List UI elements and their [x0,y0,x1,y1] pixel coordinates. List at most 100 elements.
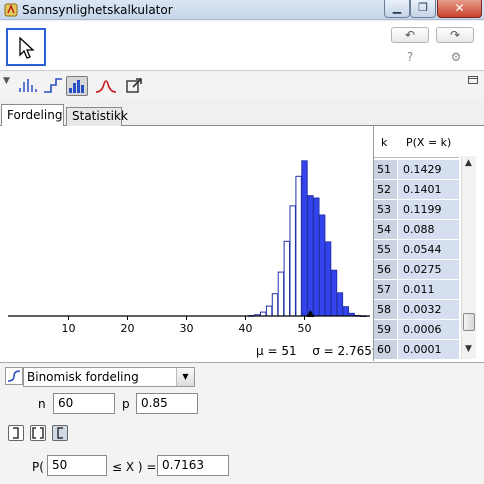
probability-function-icon [19,79,37,92]
x-tick-label: 40 [239,322,253,335]
title-bar: Sannsynlighetskalkulator ▁ ❐ ✕ [0,0,484,20]
chart-bar [289,205,296,317]
table-cell-probability: 0.0544 [398,240,459,259]
chart-bar [295,175,302,317]
column-header-probability: P(X = k) [406,136,452,149]
cumulative-icon [44,78,62,93]
table-row[interactable]: 53 0.1199 [374,200,459,220]
table-cell-k: 52 [374,180,398,199]
dock-icon[interactable] [468,76,478,86]
x-tick-label: 30 [180,322,194,335]
view-toolbar: ▼ [0,72,484,100]
right-sided-button[interactable] [52,425,68,441]
collapse-triangle-icon[interactable]: ▼ [3,76,10,86]
table-scrollbar[interactable]: ▲ ▼ [461,156,476,359]
lower-bound-input[interactable]: 50 [47,455,107,476]
table-row[interactable]: 56 0.0275 [374,260,459,280]
export-icon [126,78,142,93]
table-row[interactable]: 55 0.0544 [374,240,459,260]
table-cell-k: 54 [374,220,398,239]
scrollbar-thumb[interactable] [463,313,475,331]
table-row[interactable]: 60 0.0001 [374,340,459,360]
app-icon [4,3,18,17]
tab-fordeling[interactable]: Fordeling [1,104,64,127]
column-header-k: k [381,136,388,149]
table-cell-probability: 0.1429 [398,160,459,179]
table-cell-k: 57 [374,280,398,299]
distribution-select[interactable]: Binomisk fordeling ▼ [23,367,195,387]
export-button[interactable] [124,76,144,96]
table-row[interactable]: 57 0.011 [374,280,459,300]
normal-overlay-button[interactable] [94,76,118,96]
chart-bar [301,160,308,317]
cumulative-toggle-button[interactable] [5,367,23,385]
chart-bar [319,214,326,317]
table-row[interactable]: 52 0.1401 [374,180,459,200]
p-label: p [122,397,130,411]
close-button[interactable]: ✕ [437,0,482,18]
window-title: Sannsynlighetskalkulator [22,3,173,17]
table-cell-k: 56 [374,260,398,279]
normal-overlay-icon [95,80,117,93]
gear-icon[interactable]: ⚙ [446,50,466,66]
table-cell-probability: 0.0275 [398,260,459,279]
table-cell-k: 55 [374,240,398,259]
scroll-up-icon[interactable]: ▲ [465,158,472,168]
table-cell-k: 51 [374,160,398,179]
x-tick-label: 50 [298,322,312,335]
table-row[interactable]: 51 0.1429 [374,160,459,180]
main-toolbar: ↶ ↷ ? ⚙ [0,21,484,71]
tab-bar: Fordeling Statistikk [0,102,484,127]
interval-button[interactable] [30,425,46,441]
cursor-arrow-icon [19,36,35,59]
chart-bar [277,271,285,317]
table-cell-probability: 0.0006 [398,320,459,339]
chart-bar [313,197,320,317]
cumulative-curve-icon [7,370,21,382]
probability-function-button[interactable] [17,76,39,96]
chart-bar [342,306,350,317]
undo-button[interactable]: ↶ [391,27,429,43]
chart-bar [283,240,291,317]
distribution-panel: 10 20 30 40 50 μ = 51 σ = 2.7659 k P(X = k) … [0,126,484,363]
chart-bar [324,241,332,317]
left-sided-button[interactable] [8,425,24,441]
sigma-value: σ = 2.7659 [312,344,380,358]
interval-bracket-icon [32,427,44,439]
table-cell-k: 58 [374,300,398,319]
move-tool-button[interactable] [6,28,46,66]
n-input[interactable]: 60 [53,393,115,414]
table-body: 51 0.1429 52 0.1401 53 0.1199 54 0.088 55 0.0544 5… [374,160,459,360]
distribution-chart[interactable]: 10 20 30 40 50 [0,126,373,363]
n-label: n [38,397,46,411]
p-input[interactable]: 0.85 [136,393,198,414]
table-cell-k: 59 [374,320,398,339]
table-cell-k: 60 [374,340,398,359]
table-row[interactable]: 58 0.0032 [374,300,459,320]
table-header: k P(X = k) [374,130,459,158]
bar-chart-button[interactable] [66,76,88,96]
probability-table: k P(X = k) 51 0.1429 52 0.1401 53 0.1199 54 0.0… [373,126,476,361]
table-cell-probability: 0.1401 [398,180,459,199]
chart-bar [307,195,314,317]
distribution-select-value: Binomisk fordeling [27,370,139,384]
chart-bar [330,269,338,317]
scroll-down-icon[interactable]: ▼ [465,344,472,354]
left-bracket-icon [13,427,19,439]
table-row[interactable]: 59 0.0006 [374,320,459,340]
maximize-button[interactable]: ❐ [410,0,436,18]
tab-statistikk[interactable]: Statistikk [66,107,128,126]
table-cell-k: 53 [374,200,398,219]
chart-bar [336,292,344,317]
prob-middle-label: ≤ X ) = [112,460,157,474]
help-icon[interactable]: ? [400,50,420,66]
probability-result-field: 0.7163 [157,455,229,476]
redo-button[interactable]: ↷ [436,27,474,43]
table-cell-probability: 0.1199 [398,200,459,219]
x-tick-label: 20 [121,322,135,335]
table-cell-probability: 0.011 [398,280,459,299]
cumulative-button[interactable] [42,76,64,96]
minimize-button[interactable]: ▁ [384,0,410,18]
chevron-down-icon[interactable]: ▼ [176,368,194,386]
table-row[interactable]: 54 0.088 [374,220,459,240]
